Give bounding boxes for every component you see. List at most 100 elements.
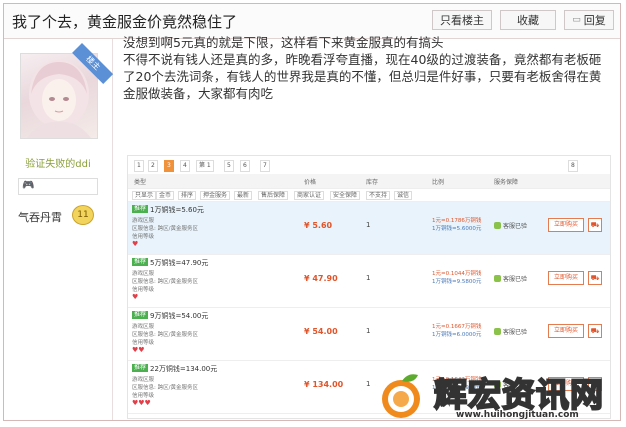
favorite-button[interactable]: 收藏 (500, 10, 556, 30)
only-op-button[interactable]: 只看楼主 (432, 10, 492, 30)
watermark-text: 辉宏资讯网 (433, 374, 604, 415)
listing-ratio: 1元=0.1044万铜钱 1万铜钱=9.5800元 (432, 270, 481, 286)
listing-stock: 1 (366, 274, 371, 282)
table-row[interactable]: 推荐 5万铜钱=47.90元 游戏区服 区服信息: 跨区/黄金服务区 信用等级 … (128, 255, 610, 308)
listing-title[interactable]: 9万铜钱=54.00元 (150, 311, 208, 321)
ratio-line-b: 1万铜钱=6.0000元 (432, 332, 482, 338)
col-price: 价格 (304, 179, 317, 186)
buy-button[interactable]: 立即购买 (548, 324, 584, 338)
col-service: 服务保障 (494, 179, 519, 186)
filter-item[interactable]: 不支持 (366, 191, 391, 200)
listing-meta: 信用等级 (132, 393, 155, 399)
thread-title: 我了个去，黄金服金价竟然稳住了 (12, 13, 238, 31)
shield-icon (494, 328, 501, 335)
reply-icon: ▭ (572, 15, 581, 25)
site-watermark: 辉宏资讯网 www.huihongjituan.com (376, 364, 626, 427)
cart-icon[interactable]: ⛟ (588, 218, 602, 232)
filter-item[interactable]: 押金服务 (200, 191, 231, 200)
listing-meta: 游戏区服 (132, 271, 155, 277)
listing-price: ¥ 134.00 (304, 380, 344, 389)
recommend-tag: 推荐 (132, 258, 149, 266)
service-label: 客服已验 (503, 329, 528, 336)
author-username[interactable]: 验证失败的ddi (4, 155, 112, 170)
listing-price: ¥ 5.60 (304, 221, 333, 230)
ratio-line-b: 1万铜钱=5.6000元 (432, 226, 482, 232)
buy-button[interactable]: 立即购买 (548, 271, 584, 285)
listing-meta: 区服信息: 跨区/黄金服务区 (132, 332, 198, 338)
listing-title[interactable]: 5万铜钱=47.90元 (150, 258, 208, 268)
buy-button[interactable]: 立即购买 (548, 218, 584, 232)
post-line-2: 不得不说有钱人还是真的多，昨晚看浮夸直播，现在40级的过渡装备，竟然都有老板砸了… (123, 52, 602, 101)
pager-item[interactable]: 8 (568, 160, 578, 172)
filter-item[interactable]: 商家认证 (294, 191, 325, 200)
pager-item[interactable]: 6 (240, 160, 250, 172)
heart-icon: ♥♥ (132, 346, 145, 354)
listing-title[interactable]: 1万铜钱=5.60元 (150, 205, 204, 215)
heart-icon: ♥♥♥ (132, 399, 151, 407)
listing-meta: 游戏区服 (132, 324, 155, 330)
listing-price: ¥ 47.90 (304, 274, 338, 283)
listing-meta: 信用等级 (132, 287, 155, 293)
ratio-line-b: 1万铜钱=9.5800元 (432, 279, 482, 285)
service-label: 客服已验 (503, 276, 528, 283)
filter-item[interactable]: 最新 (234, 191, 253, 200)
pager-item[interactable]: 7 (260, 160, 270, 172)
shield-icon (494, 222, 501, 229)
filter-item[interactable]: 金币 (156, 191, 175, 200)
filter-item[interactable]: 诚信 (394, 191, 413, 200)
table-row[interactable]: 推荐 1万铜钱=5.60元 游戏区服 区服信息: 跨区/黄金服务区 信用等级 ♥… (128, 202, 610, 255)
listing-meta: 信用等级 (132, 340, 155, 346)
level-badge: 11 (72, 205, 94, 225)
orange-logo-icon (382, 374, 420, 418)
filter-bar: 只显示 金币 排序 押金服务 最新 售后保障 商家认证 安全保障 不支持 诚信 (128, 189, 610, 202)
service-badge: 客服已验 (494, 327, 527, 336)
gamepad-icon: 🎮 (22, 180, 35, 191)
ratio-line-a: 1元=0.1667万铜钱 (432, 324, 482, 330)
pager-item[interactable]: 2 (148, 160, 158, 172)
col-type: 类型 (134, 179, 147, 186)
post-frame: 我了个去，黄金服金价竟然稳住了 只看楼主 收藏 ▭ 回复 楼主 验证失败的ddi… (3, 3, 621, 421)
recommend-tag: 推荐 (132, 205, 149, 213)
game-badge-box: 🎮 (18, 178, 98, 195)
filter-item[interactable]: 只显示 (132, 191, 157, 200)
filter-item[interactable]: 售后保障 (258, 191, 289, 200)
listing-meta: 区服信息: 跨区/黄金服务区 (132, 279, 198, 285)
listing-title[interactable]: 22万铜钱=134.00元 (150, 364, 217, 374)
pager-item[interactable]: 5 (224, 160, 234, 172)
ratio-line-a: 1元=0.1044万铜钱 (432, 271, 482, 277)
filter-item[interactable]: 排序 (178, 191, 197, 200)
table-row[interactable]: 推荐 9万铜钱=54.00元 游戏区服 区服信息: 跨区/黄金服务区 信用等级 … (128, 308, 610, 361)
listing-stock: 1 (366, 380, 371, 388)
listing-meta: 游戏区服 (132, 218, 155, 224)
pager-item-active[interactable]: 3 (164, 160, 174, 172)
pager-item[interactable]: 1 (134, 160, 144, 172)
heart-icon: ♥ (132, 293, 139, 301)
author-rank: 气吞丹霄 (18, 211, 62, 224)
author-sidebar: 楼主 验证失败的ddi 🎮 气吞丹霄 11 (4, 39, 114, 420)
listing-stock: 1 (366, 221, 371, 229)
cart-icon[interactable]: ⛟ (588, 324, 602, 338)
pager-current: 第 1 (196, 160, 214, 172)
col-stock: 库存 (366, 179, 379, 186)
post-body: 没想到啊5元真的就是下限，这样看下来黄金服真的有搞头 不得不说有钱人还是真的多，… (123, 34, 613, 102)
listing-ratio: 1元=0.1786万铜钱 1万铜钱=5.6000元 (432, 217, 481, 233)
listing-stock: 1 (366, 327, 371, 335)
pager-bar: 1 2 3 4 第 1 5 6 7 8 (128, 156, 610, 175)
listing-ratio: 1元=0.1667万铜钱 1万铜钱=6.0000元 (432, 323, 481, 339)
reply-button[interactable]: ▭ 回复 (564, 10, 614, 30)
table-header: 类型 价格 库存 比例 服务保障 (128, 174, 610, 189)
pager-item[interactable]: 4 (180, 160, 190, 172)
col-ratio: 比例 (432, 179, 445, 186)
reply-label: 回复 (583, 14, 606, 27)
recommend-tag: 推荐 (132, 311, 149, 319)
shield-icon (494, 275, 501, 282)
ratio-line-a: 1元=0.1786万铜钱 (432, 218, 482, 224)
heart-icon: ♥ (132, 240, 139, 248)
cart-icon[interactable]: ⛟ (588, 271, 602, 285)
listing-price: ¥ 54.00 (304, 327, 338, 336)
listing-meta: 游戏区服 (132, 377, 155, 383)
filter-item[interactable]: 安全保障 (330, 191, 361, 200)
listing-meta: 区服信息: 跨区/黄金服务区 (132, 226, 198, 232)
watermark-url: www.huihongjituan.com (456, 410, 579, 420)
service-badge: 客服已验 (494, 274, 527, 283)
